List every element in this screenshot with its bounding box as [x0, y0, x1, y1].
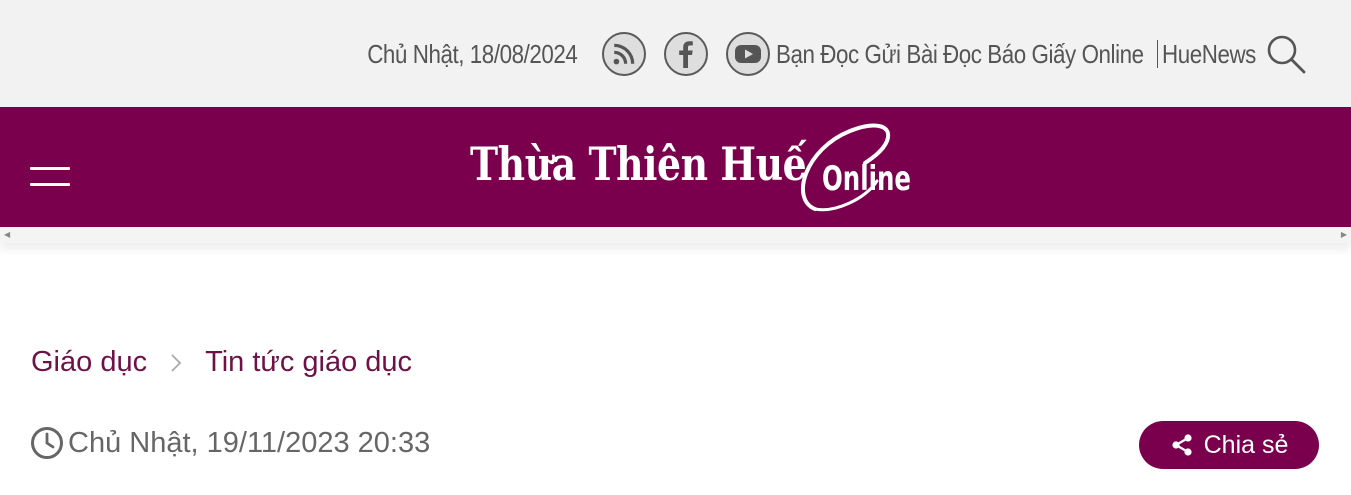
- chevron-right-icon: [169, 352, 183, 374]
- youtube-icon[interactable]: [725, 32, 770, 76]
- search-icon[interactable]: [1263, 31, 1309, 77]
- top-bar: Chủ Nhật, 18/08/2024 Bạn Đọc Gửi Bài Đọc…: [0, 0, 1351, 107]
- share-icon: [1170, 433, 1194, 457]
- share-label: Chia sẻ: [1203, 430, 1289, 459]
- horizontal-scrollbar[interactable]: ◀ ▶: [0, 227, 1351, 243]
- article-meta: Chủ Nhật, 19/11/2023 20:33: [30, 426, 430, 460]
- site-header-banner: Thừa Thiên Huế Online: [0, 107, 1351, 227]
- reader-submit-link[interactable]: Bạn Đọc Gửi Bài: [776, 39, 938, 70]
- menu-icon[interactable]: [30, 167, 70, 189]
- print-online-link[interactable]: Đọc Báo Giấy Online: [943, 39, 1144, 70]
- facebook-icon[interactable]: [663, 32, 708, 76]
- share-button[interactable]: Chia sẻ: [1139, 421, 1319, 469]
- top-bar-actions: Chủ Nhật, 18/08/2024 Bạn Đọc Gửi Bài Đọc…: [333, 30, 1309, 78]
- link-divider: [1156, 40, 1158, 68]
- rss-icon[interactable]: [601, 32, 646, 76]
- site-logo[interactable]: Thừa Thiên Huế Online: [470, 119, 940, 219]
- huenews-link[interactable]: HueNews: [1162, 39, 1256, 70]
- breadcrumb-item-education-news[interactable]: Tin tức giáo dục: [205, 346, 412, 379]
- scroll-right-icon[interactable]: ▶: [1341, 230, 1347, 239]
- current-date: Chủ Nhật, 18/08/2024: [367, 38, 579, 69]
- breadcrumb: Giáo dục Tin tức giáo dục: [31, 346, 412, 379]
- article-date: Chủ Nhật, 19/11/2023 20:33: [68, 426, 431, 459]
- clock-icon: [31, 427, 63, 459]
- breadcrumb-item-education[interactable]: Giáo dục: [31, 346, 147, 379]
- logo-online-text: Online: [822, 159, 912, 199]
- logo-main-text: Thừa Thiên Huế: [470, 137, 807, 191]
- scroll-left-icon[interactable]: ◀: [4, 230, 10, 239]
